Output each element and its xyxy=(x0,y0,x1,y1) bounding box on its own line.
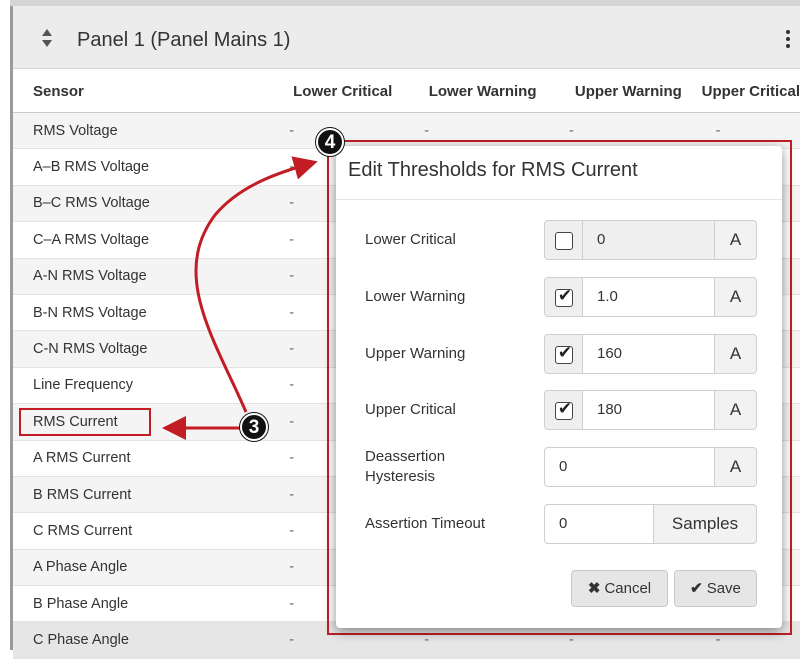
assertion-timeout-unit: Samples xyxy=(654,504,757,544)
checkmark-icon: ✔ xyxy=(557,286,573,305)
upper-warning-checkbox-cell: ✔ xyxy=(544,334,582,374)
sensor-name-cell: A Phase Angle xyxy=(13,549,276,587)
dialog-divider xyxy=(336,199,782,200)
column-header-upper-warning[interactable]: Upper Warning xyxy=(555,70,702,113)
dialog-title: Edit Thresholds for RMS Current xyxy=(348,159,638,181)
sort-icon[interactable] xyxy=(41,26,53,50)
upper-warning-input[interactable]: 160 xyxy=(582,334,715,374)
sensor-name-cell: C Phase Angle xyxy=(13,621,276,659)
sensor-name-cell: B Phase Angle xyxy=(13,585,276,623)
step-4-badge: 4 xyxy=(316,128,344,156)
upper-critical-checkbox[interactable]: ✔ xyxy=(555,399,573,420)
deassertion-hysteresis-label: Deassertion Hysteresis xyxy=(365,447,445,487)
panel-title: Panel 1 (Panel Mains 1) xyxy=(77,29,291,51)
sensor-name-cell: A-N RMS Voltage xyxy=(13,258,276,295)
deassertion-hysteresis-label-line2: Hysteresis xyxy=(365,468,436,485)
deassertion-hysteresis-input[interactable]: 0 xyxy=(544,447,715,487)
x-icon: ✖ xyxy=(587,580,601,597)
column-header-lower-critical[interactable]: Lower Critical xyxy=(275,70,411,113)
upper-critical-unit: A xyxy=(715,390,757,430)
save-button[interactable]: ✔ Save xyxy=(674,570,757,607)
upper-critical-input[interactable]: 180 xyxy=(582,390,715,430)
kebab-menu-icon[interactable] xyxy=(783,30,793,52)
sensor-name-cell: B RMS Current xyxy=(13,476,276,514)
edit-thresholds-dialog: Edit Thresholds for RMS Current Lower Cr… xyxy=(336,146,782,628)
assertion-timeout-label: Assertion Timeout xyxy=(365,515,486,532)
lower-critical-checkbox[interactable] xyxy=(555,232,573,250)
cancel-button[interactable]: ✖ Cancel xyxy=(571,570,668,607)
lower-critical-checkbox-cell xyxy=(544,220,582,260)
column-header-lower-warning[interactable]: Lower Warning xyxy=(410,70,556,113)
sensor-name-cell: B–C RMS Voltage xyxy=(13,185,276,223)
lower-warning-checkbox[interactable]: ✔ xyxy=(555,286,573,307)
sensor-name-cell: Line Frequency xyxy=(13,367,276,405)
upper-warning-label: Upper Warning xyxy=(365,345,466,362)
lower-warning-checkbox-cell: ✔ xyxy=(544,277,582,317)
table-header-row: Sensor Lower Critical Lower Warning Uppe… xyxy=(13,70,800,113)
deassertion-hysteresis-label-line1: Deassertion xyxy=(365,448,446,465)
panel-header: Panel 1 (Panel Mains 1) xyxy=(13,6,800,69)
checkmark-icon: ✔ xyxy=(557,399,573,418)
upper-warning-unit: A xyxy=(715,334,757,374)
sensor-name-cell: RMS Voltage xyxy=(13,112,276,150)
column-header-sensor[interactable]: Sensor xyxy=(13,70,276,113)
lower-warning-unit: A xyxy=(715,277,757,317)
upper-critical-label: Upper Critical xyxy=(365,401,456,418)
checkmark-icon: ✔ xyxy=(557,343,573,362)
lower-warning-input[interactable]: 1.0 xyxy=(582,277,715,317)
sensor-name-cell: B-N RMS Voltage xyxy=(13,294,276,332)
cancel-button-label: Cancel xyxy=(604,580,652,597)
lower-critical-input[interactable]: 0 xyxy=(582,220,715,260)
lower-warning-label: Lower Warning xyxy=(365,288,466,305)
lower-critical-unit: A xyxy=(715,220,757,260)
sensor-name-cell: A RMS Current xyxy=(13,440,276,477)
lower-critical-label: Lower Critical xyxy=(365,231,456,248)
column-header-upper-critical[interactable]: Upper Critical xyxy=(701,70,800,113)
step-3-badge: 3 xyxy=(240,413,268,441)
sensor-name-cell: C–A RMS Voltage xyxy=(13,221,276,259)
sensor-name-cell: A–B RMS Voltage xyxy=(13,148,276,186)
checkmark-icon: ✔ xyxy=(690,580,703,597)
sensor-name-cell: C RMS Current xyxy=(13,512,276,550)
upper-critical-checkbox-cell: ✔ xyxy=(544,390,582,430)
rms-current-highlight xyxy=(19,408,151,436)
sensor-name-cell: C-N RMS Voltage xyxy=(13,330,276,368)
assertion-timeout-input[interactable]: 0 xyxy=(544,504,654,544)
upper-warning-checkbox[interactable]: ✔ xyxy=(555,343,573,364)
deassertion-hysteresis-unit: A xyxy=(715,447,757,487)
save-button-label: Save xyxy=(706,580,741,597)
